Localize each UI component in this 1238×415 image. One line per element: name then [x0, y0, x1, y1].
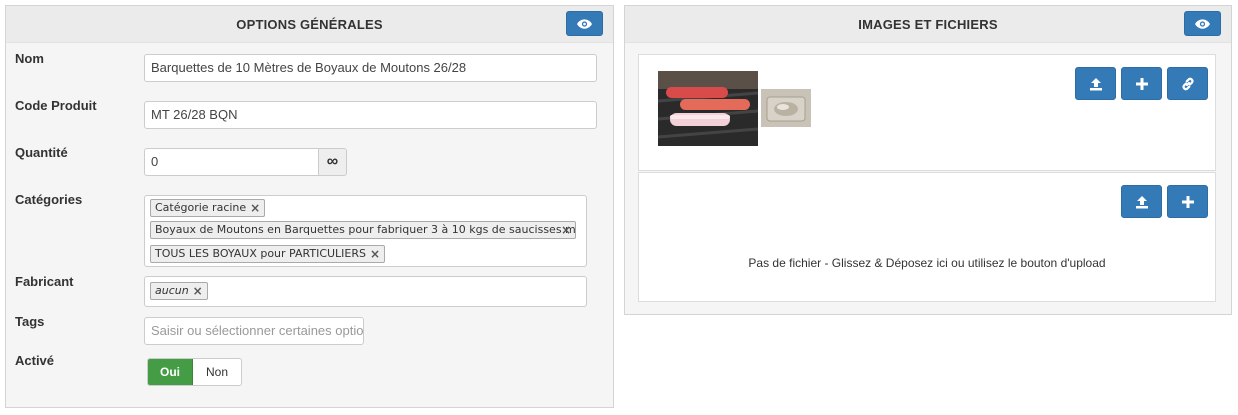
sausage-image — [657, 71, 759, 146]
plus-icon — [1181, 195, 1194, 208]
tags-input[interactable]: Saisir ou sélectionner certaines options — [144, 317, 364, 345]
add-file-button[interactable] — [1167, 185, 1208, 218]
name-input[interactable]: Barquettes de 10 Mètres de Boyaux de Mou… — [144, 54, 597, 82]
infinity-icon: ∞ — [326, 153, 339, 170]
category-tag: Boyaux de Moutons en Barquettes pour fab… — [150, 221, 576, 239]
package-image — [761, 89, 811, 127]
remove-icon[interactable]: × — [561, 222, 571, 238]
files-title: IMAGES ET FICHIERS — [858, 17, 998, 32]
plus-icon — [1135, 77, 1148, 90]
remove-icon[interactable]: × — [250, 200, 260, 216]
files-header: IMAGES ET FICHIERS — [625, 6, 1231, 43]
active-label: Activé — [15, 353, 55, 368]
upload-image-button[interactable] — [1075, 67, 1116, 100]
upload-file-button[interactable] — [1121, 185, 1162, 218]
product-image-thumbnail[interactable] — [657, 71, 759, 146]
images-section — [638, 54, 1216, 171]
link-icon — [1182, 77, 1193, 90]
name-label: Nom — [15, 51, 44, 66]
category-tag: Catégorie racine × — [150, 199, 266, 217]
quantity-label: Quantité — [15, 145, 68, 160]
remove-icon[interactable]: × — [370, 246, 380, 262]
code-label: Code Produit — [15, 98, 97, 113]
files-section: Pas de fichier - Glissez & Déposez ici o… — [638, 172, 1216, 302]
general-options-panel: OPTIONS GÉNÉRALES Nom Barquettes de 10 M… — [5, 5, 614, 408]
general-options-toggle-button[interactable] — [566, 11, 603, 36]
remove-icon[interactable]: × — [193, 283, 203, 299]
files-toggle-button[interactable] — [1184, 11, 1221, 36]
unlimited-quantity-button[interactable]: ∞ — [318, 148, 347, 176]
general-options-title: OPTIONS GÉNÉRALES — [236, 17, 383, 32]
categories-select[interactable]: Catégorie racine × Boyaux de Moutons en … — [144, 195, 587, 267]
active-yes-button[interactable]: Oui — [148, 359, 193, 385]
categories-label: Catégories — [15, 192, 83, 207]
files-panel: IMAGES ET FICHIERS Pas de fichier - Glis… — [624, 5, 1232, 315]
manufacturer-select[interactable]: aucun × — [144, 276, 587, 307]
eye-icon — [1195, 18, 1210, 29]
tags-label: Tags — [15, 314, 45, 329]
category-tag: TOUS LES BOYAUX pour PARTICULIERS × — [150, 245, 385, 263]
link-image-button[interactable] — [1167, 67, 1208, 100]
active-no-button[interactable]: Non — [193, 359, 241, 385]
upload-icon — [1135, 195, 1148, 208]
add-image-button[interactable] — [1121, 67, 1162, 100]
manufacturer-tag: aucun × — [150, 282, 208, 300]
quantity-input[interactable]: 0 — [144, 148, 319, 176]
product-code-input[interactable]: MT 26/28 BQN — [144, 101, 597, 129]
manufacturer-label: Fabricant — [15, 274, 74, 289]
file-dropzone-text[interactable]: Pas de fichier - Glissez & Déposez ici o… — [639, 256, 1215, 270]
general-options-header: OPTIONS GÉNÉRALES — [6, 6, 613, 43]
upload-icon — [1089, 77, 1102, 90]
eye-icon — [577, 18, 592, 29]
product-image-thumbnail[interactable] — [761, 89, 811, 127]
active-toggle: Oui Non — [147, 358, 242, 386]
